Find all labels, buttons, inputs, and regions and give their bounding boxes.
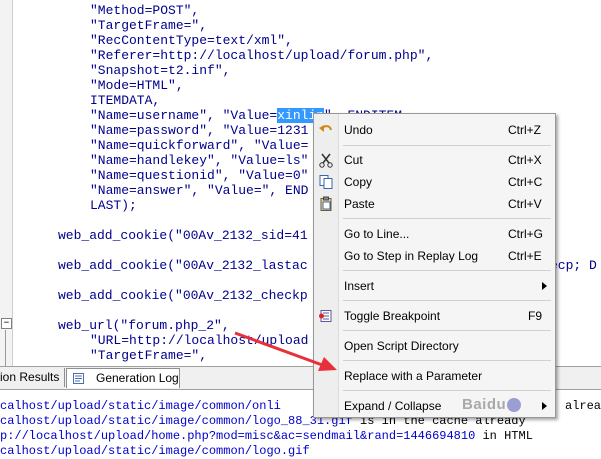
menu-item-label: Go to Step in Replay Log — [344, 249, 479, 263]
code-text: web_add_cookie("00Av_2132_checkp — [58, 288, 308, 303]
code-text: "Name=password", "Value=1231 — [90, 123, 309, 138]
code-line[interactable]: "Mode=HTML", — [90, 78, 184, 93]
tab-replay-results[interactable]: ion Results — [0, 368, 65, 387]
menu-item-cut[interactable]: Cut Ctrl+X — [314, 149, 555, 171]
menu-item-shortcut: Ctrl+G — [508, 227, 544, 241]
menu-item-label: Go to Line... — [344, 227, 410, 241]
code-line[interactable]: "Method=POST", — [90, 3, 199, 18]
code-text: "Name=quickforward", "Value= — [90, 138, 309, 153]
context-menu: Undo Ctrl+Z Cut Ctrl+X Copy Ctrl+C Paste… — [313, 113, 556, 418]
menu-item-open-script-directory[interactable]: Open Script Directory — [314, 335, 555, 357]
menu-item-shortcut: Ctrl+C — [508, 175, 543, 189]
menu-separator — [343, 270, 551, 271]
menu-separator — [343, 145, 551, 146]
menu-separator — [343, 390, 551, 391]
undo-icon — [319, 125, 332, 132]
menu-item-label: Replace with a Parameter — [344, 369, 483, 383]
fold-toggle-icon[interactable]: − — [1, 318, 12, 329]
submenu-arrow-icon — [542, 282, 547, 290]
code-line[interactable]: "Name=quickforward", "Value= — [90, 138, 308, 153]
code-text: web_add_cookie("00Av_2132_sid=41 — [58, 228, 308, 243]
paste-icon — [320, 196, 332, 211]
menu-item-shortcut: Ctrl+E — [508, 249, 542, 263]
menu-item-go-to-line[interactable]: Go to Line... Ctrl+G — [314, 223, 555, 245]
code-line[interactable]: LAST); — [90, 198, 137, 213]
menu-item-label: Cut — [344, 153, 363, 167]
code-text: ecp; D — [550, 258, 597, 273]
code-text: web_add_cookie("00Av_2132_lastac — [58, 258, 308, 273]
log-line: calhost/upload/static/image/common/logo.… — [0, 444, 310, 458]
menu-item-copy[interactable]: Copy Ctrl+C — [314, 171, 555, 193]
menu-item-undo[interactable]: Undo Ctrl+Z — [314, 119, 555, 141]
menu-item-label: Open Script Directory — [344, 339, 459, 353]
code-line[interactable]: "TargetFrame=", — [90, 18, 207, 33]
code-text: "TargetFrame=", — [90, 348, 208, 363]
breakpoint-icon — [319, 310, 332, 322]
code-text: web_url("forum.php_2", — [58, 318, 230, 333]
code-text: "Name=questionid", "Value=0" — [90, 168, 309, 183]
code-text: "Mode=HTML", — [90, 78, 184, 93]
code-line[interactable]: "Name=password", "Value=1231 — [90, 123, 308, 138]
menu-item-paste[interactable]: Paste Ctrl+V — [314, 193, 555, 215]
scissors-icon — [319, 153, 333, 168]
code-text: "Snapshot=t2.inf", — [90, 63, 231, 78]
menu-item-label: Paste — [344, 197, 375, 211]
menu-item-insert[interactable]: Insert — [314, 275, 555, 297]
submenu-arrow-icon — [542, 402, 547, 410]
code-text: "URL=http://localhost/upload — [90, 333, 309, 348]
tab-label: ion Results — [0, 370, 60, 384]
menu-item-shortcut: Ctrl+Z — [508, 123, 541, 137]
menu-item-label: Undo — [344, 123, 373, 137]
menu-separator — [343, 360, 551, 361]
code-line[interactable]: web_add_cookie("00Av_2132_sid=41 — [58, 228, 308, 243]
code-line[interactable]: "Name=handlekey", "Value=ls" — [90, 153, 308, 168]
code-text: "Name=username", "Value= — [90, 108, 278, 123]
tab-generation-log[interactable]: Generation Log — [66, 368, 180, 388]
menu-item-shortcut: Ctrl+X — [508, 153, 542, 167]
code-text: "RecContentType=text/xml", — [90, 33, 293, 48]
copy-icon — [319, 175, 333, 189]
code-line[interactable]: web_url("forum.php_2", — [58, 318, 230, 333]
code-text: LAST); — [90, 198, 137, 213]
menu-item-toggle-breakpoint[interactable]: Toggle Breakpoint F9 — [314, 305, 555, 327]
code-line[interactable]: web_add_cookie("00Av_2132_lastac — [58, 258, 308, 273]
code-line[interactable]: "RecContentType=text/xml", — [90, 33, 293, 48]
log-line-tail: alrea — [565, 399, 601, 413]
watermark-logo: Baidu — [462, 396, 522, 413]
tab-label: Generation Log — [96, 371, 179, 385]
menu-item-label: Insert — [344, 279, 375, 293]
log-line: calhost/upload/static/image/common/onli — [0, 399, 281, 413]
code-text: "TargetFrame=", — [90, 18, 208, 33]
code-text: "Method=POST", — [90, 3, 200, 18]
menu-separator — [343, 218, 551, 219]
menu-item-label: Toggle Breakpoint — [344, 309, 441, 323]
fold-guide-line — [5, 330, 6, 366]
menu-item-replace-with-parameter[interactable]: Replace with a Parameter — [314, 365, 555, 387]
code-text: "Referer=http://localhost/upload/forum.p… — [90, 48, 434, 63]
log-line: p://localhost/upload/home.php?mod=misc&a… — [0, 429, 533, 443]
code-line-tail: ecp; D — [550, 258, 597, 273]
code-line[interactable]: "Name=answer", "Value=", END — [90, 183, 308, 198]
code-line[interactable]: "TargetFrame=", — [90, 348, 207, 363]
code-line[interactable]: web_add_cookie("00Av_2132_checkp — [58, 288, 308, 303]
menu-separator — [343, 330, 551, 331]
menu-item-go-to-step[interactable]: Go to Step in Replay Log Ctrl+E — [314, 245, 555, 267]
code-text: "Name=handlekey", "Value=ls" — [90, 153, 309, 168]
code-text: ITEMDATA, — [90, 93, 161, 108]
code-text: "Name=answer", "Value=", END — [90, 183, 309, 198]
code-line[interactable]: "URL=http://localhost/upload — [90, 333, 308, 348]
menu-separator — [343, 300, 551, 301]
menu-item-shortcut: F9 — [528, 309, 543, 323]
code-line[interactable]: "Name=questionid", "Value=0" — [90, 168, 308, 183]
code-line[interactable]: "Snapshot=t2.inf", — [90, 63, 230, 78]
code-line[interactable]: ITEMDATA, — [90, 93, 160, 108]
code-line[interactable]: "Referer=http://localhost/upload/forum.p… — [90, 48, 433, 63]
menu-item-label: Copy — [344, 175, 373, 189]
menu-item-label: Expand / Collapse — [344, 399, 442, 413]
menu-item-shortcut: Ctrl+V — [508, 197, 542, 211]
log-icon — [73, 373, 84, 384]
editor-gutter: − — [0, 0, 13, 366]
